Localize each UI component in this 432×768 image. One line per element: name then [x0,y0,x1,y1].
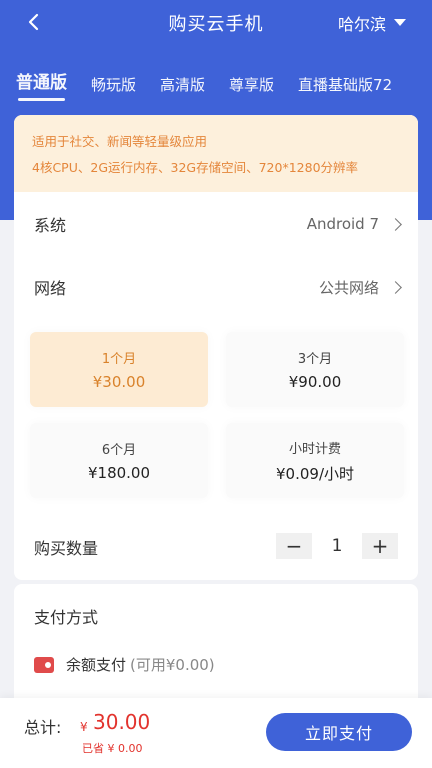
plan-price: ¥180.00 [87,464,151,482]
config-card: 适用于社交、新闻等轻量级应用 4核CPU、2G运行内存、32G存储空间、720*… [14,115,418,580]
plan-3-months[interactable]: 3个月 ¥90.00 [226,332,404,407]
checkout-bar: 总计: ¥ 30.00 已省 ¥ 0.00 立即支付 [0,698,432,768]
network-value: 公共网络 [318,278,379,297]
plan-6-months[interactable]: 6个月 ¥180.00 [30,423,208,498]
plan-price: ¥30.00 [92,373,146,391]
system-row[interactable]: 系统 Android 7 [34,210,402,238]
payment-method-label: 余额支付 [66,656,127,674]
payment-title: 支付方式 [34,608,99,627]
available-balance: (可用¥0.00) [130,656,215,674]
city-selector[interactable]: 哈尔滨 [338,11,406,35]
quantity-value[interactable]: 1 [312,536,362,556]
tab-smooth[interactable]: 畅玩版 [91,58,136,95]
wallet-icon [34,656,54,673]
tab-hd[interactable]: 高清版 [160,58,205,95]
system-label: 系统 [34,216,67,235]
tab-premium[interactable]: 尊享版 [229,58,274,95]
plan-hourly[interactable]: 小时计费 ¥0.09/小时 [226,423,404,498]
increment-button[interactable]: + [362,533,398,559]
caret-down-icon [394,19,406,26]
spec-notice: 适用于社交、新闻等轻量级应用 4核CPU、2G运行内存、32G存储空间、720*… [14,115,418,192]
notice-line-1: 适用于社交、新闻等轻量级应用 [32,134,208,149]
tab-standard[interactable]: 普通版 [16,58,67,101]
plan-1-month[interactable]: 1个月 ¥30.00 [30,332,208,407]
chevron-right-icon [389,217,402,231]
back-button[interactable] [20,8,48,36]
plan-name: 小时计费 [288,441,341,457]
quantity-stepper: − 1 + [276,533,398,559]
balance-payment-option[interactable]: 余额支付 (可用¥0.00) [34,654,215,675]
total-amount: 30.00 [93,710,151,734]
notice-line-2: 4核CPU、2G运行内存、32G存储空间、720*1280分辨率 [32,160,359,175]
chevron-right-icon [389,280,402,294]
plan-price: ¥0.09/小时 [276,464,354,483]
plan-name: 6个月 [101,443,137,458]
page-title: 购买云手机 [168,14,264,35]
quantity-label: 购买数量 [34,539,99,558]
city-label: 哈尔滨 [337,15,386,34]
plan-name: 3个月 [297,352,333,367]
tab-live-basic[interactable]: 直播基础版72 [298,58,392,95]
pay-now-button[interactable]: 立即支付 [266,713,412,751]
total-currency: ¥ [80,720,88,734]
network-row[interactable]: 网络 公共网络 [34,273,402,301]
saved-amount: 已省 ¥ 0.00 [82,742,143,755]
total-label: 总计: [24,718,62,737]
system-value: Android 7 [306,215,379,233]
plan-name: 1个月 [101,352,137,367]
plan-price: ¥90.00 [288,373,342,391]
version-tabs: 普通版 畅玩版 高清版 尊享版 直播基础版72 [0,58,432,102]
back-arrow-icon [28,13,39,31]
decrement-button[interactable]: − [276,533,312,559]
top-bar: 购买云手机 哈尔滨 [0,0,432,46]
network-label: 网络 [34,279,67,298]
